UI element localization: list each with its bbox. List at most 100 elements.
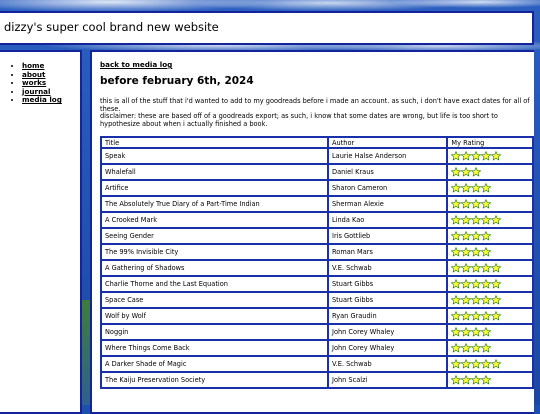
star-icon <box>471 343 482 353</box>
star-icon <box>461 151 472 161</box>
star-icon <box>451 215 462 225</box>
star-icon <box>451 183 462 193</box>
star-icon <box>461 359 472 369</box>
star-icon <box>481 343 492 353</box>
book-title-cell: The 99% Invisible City <box>101 244 328 260</box>
star-icon <box>471 199 482 209</box>
star-icon <box>461 215 472 225</box>
book-title-cell: A Gathering of Shadows <box>101 260 328 276</box>
table-header-row: Title Author My Rating <box>101 137 533 148</box>
star-icon <box>471 263 482 273</box>
star-icon <box>471 151 482 161</box>
nav-list: home about works journal media log <box>0 61 62 105</box>
star-icon <box>461 231 472 241</box>
table-row: Space Case Stuart Gibbs <box>101 292 533 308</box>
book-author-cell: Sherman Alexie <box>328 196 448 212</box>
book-author-cell: Sharon Cameron <box>328 180 448 196</box>
table-row: A Gathering of Shadows V.E. Schwab <box>101 260 533 276</box>
nav-item-media-log: media log <box>22 96 62 105</box>
table-row: The Kaiju Preservation Society John Scalz… <box>101 372 533 388</box>
star-icon <box>461 279 472 289</box>
star-icon <box>461 247 472 257</box>
star-icon <box>471 183 482 193</box>
star-icon <box>461 327 472 337</box>
book-title-cell: Wolf by Wolf <box>101 308 328 324</box>
book-rating-cell <box>447 196 533 212</box>
book-title-cell: Where Things Come Back <box>101 340 328 356</box>
book-author-cell: V.E. Schwab <box>328 356 448 372</box>
star-icon <box>491 279 502 289</box>
star-icon <box>451 263 462 273</box>
book-author-cell: John Corey Whaley <box>328 324 448 340</box>
book-title-cell: The Absolutely True Diary of a Part-Time… <box>101 196 328 212</box>
book-title-cell: Artifice <box>101 180 328 196</box>
nav-link-media-log[interactable]: media log <box>22 95 62 105</box>
star-icon <box>481 199 492 209</box>
books-table: Title Author My Rating Speak Laurie Halse… <box>100 136 534 389</box>
star-icon <box>481 375 492 385</box>
main-content: back to media log before february 6th, 2… <box>90 50 534 414</box>
book-author-cell: Laurie Halse Anderson <box>328 148 448 164</box>
table-row: Whalefall Daniel Kraus <box>101 164 533 180</box>
star-icon <box>451 199 462 209</box>
book-rating-cell <box>447 180 533 196</box>
star-icon <box>491 151 502 161</box>
book-author-cell: Roman Mars <box>328 244 448 260</box>
star-icon <box>451 279 462 289</box>
column-header-rating: My Rating <box>447 137 533 148</box>
table-row: Seeing Gender Iris Gottlieb <box>101 228 533 244</box>
book-rating-cell <box>447 356 533 372</box>
star-rating <box>451 263 502 273</box>
star-icon <box>481 263 492 273</box>
book-title-cell: Whalefall <box>101 164 328 180</box>
star-icon <box>481 183 492 193</box>
star-icon <box>451 247 462 257</box>
book-rating-cell <box>447 244 533 260</box>
book-author-cell: V.E. Schwab <box>328 260 448 276</box>
star-rating <box>451 167 482 177</box>
book-title-cell: Charlie Thorne and the Last Equation <box>101 276 328 292</box>
star-rating <box>451 327 492 337</box>
book-rating-cell <box>447 260 533 276</box>
star-icon <box>471 295 482 305</box>
star-rating <box>451 231 492 241</box>
sky-background-strip <box>82 300 90 405</box>
site-header: dizzy's super cool brand new website <box>0 11 534 45</box>
star-rating <box>451 183 492 193</box>
star-icon <box>461 343 472 353</box>
star-icon <box>451 327 462 337</box>
table-row: Where Things Come Back John Corey Whaley <box>101 340 533 356</box>
book-title-cell: A Crooked Mark <box>101 212 328 228</box>
back-to-media-log-link[interactable]: back to media log <box>100 60 172 69</box>
book-title-cell: Seeing Gender <box>101 228 328 244</box>
star-icon <box>481 279 492 289</box>
book-rating-cell <box>447 292 533 308</box>
star-icon <box>451 375 462 385</box>
star-icon <box>481 215 492 225</box>
table-row: Charlie Thorne and the Last Equation Stua… <box>101 276 533 292</box>
star-icon <box>471 359 482 369</box>
star-icon <box>471 167 482 177</box>
books-table-body: Speak Laurie Halse Anderson Whalefall Danie… <box>101 148 533 388</box>
star-icon <box>451 295 462 305</box>
star-icon <box>481 311 492 321</box>
book-title-cell: Space Case <box>101 292 328 308</box>
star-rating <box>451 279 502 289</box>
star-icon <box>491 295 502 305</box>
table-row: The 99% Invisible City Roman Mars <box>101 244 533 260</box>
book-rating-cell <box>447 228 533 244</box>
star-icon <box>461 375 472 385</box>
book-author-cell: Iris Gottlieb <box>328 228 448 244</box>
star-icon <box>471 247 482 257</box>
column-header-title: Title <box>101 137 328 148</box>
book-author-cell: Linda Kao <box>328 212 448 228</box>
book-author-cell: John Corey Whaley <box>328 340 448 356</box>
table-row: Speak Laurie Halse Anderson <box>101 148 533 164</box>
book-rating-cell <box>447 372 533 388</box>
book-title-cell: Noggin <box>101 324 328 340</box>
star-icon <box>471 327 482 337</box>
star-rating <box>451 359 502 369</box>
star-icon <box>451 167 462 177</box>
star-icon <box>451 151 462 161</box>
star-icon <box>451 343 462 353</box>
